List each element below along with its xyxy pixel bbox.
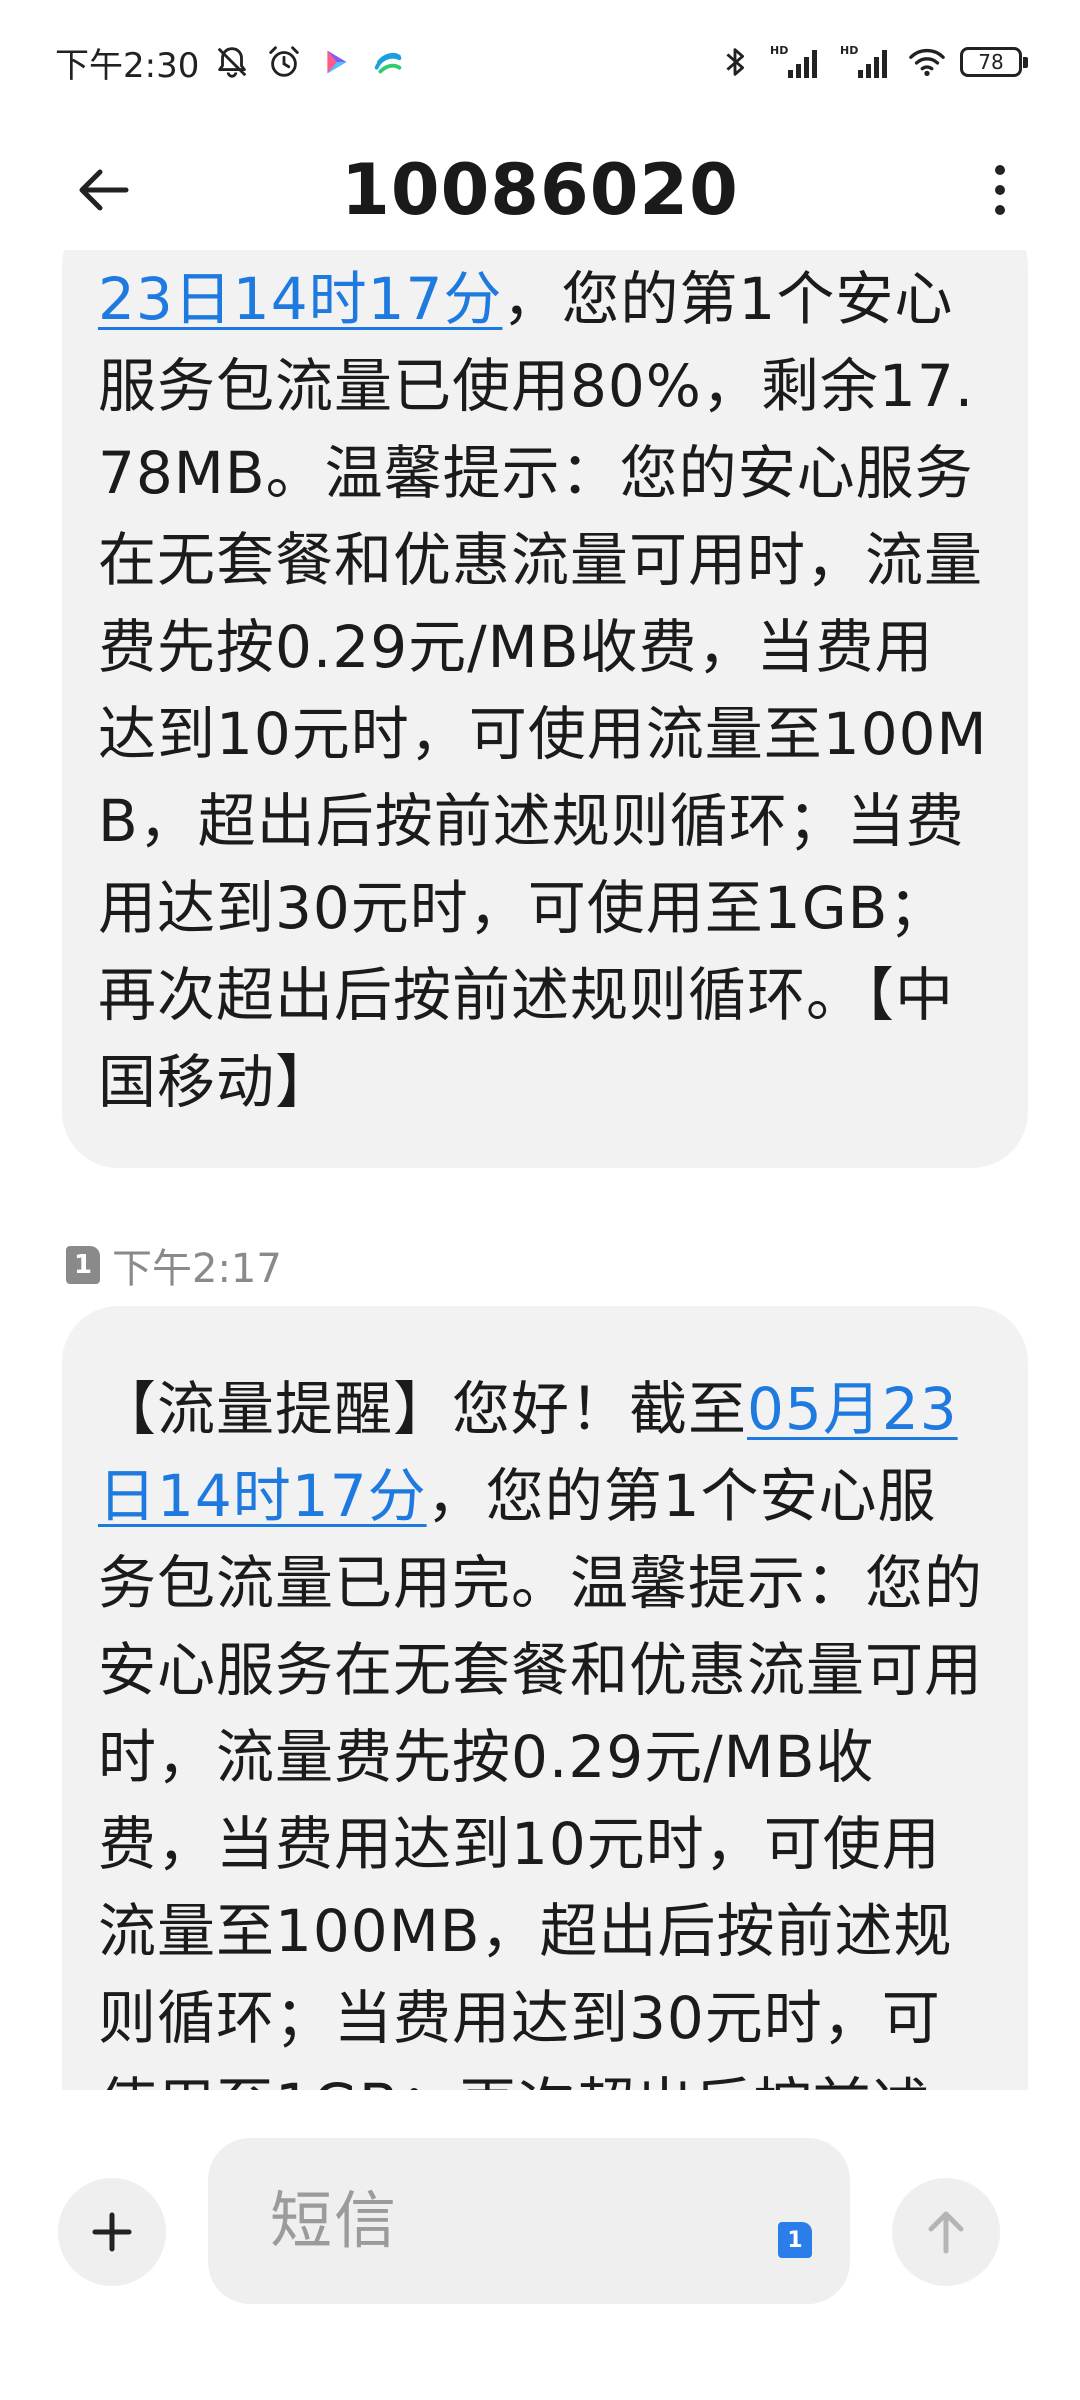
bluetooth-icon [726, 48, 745, 76]
message-text: 23日14时17分，您的第1个安心服务包流量已使用80%，剩余17.78MB。温… [98, 256, 988, 1126]
message-input-placeholder: 短信 [270, 2184, 399, 2257]
mute-bell-icon [218, 47, 247, 78]
status-bar: 下午2:30 HD HD 78 [0, 0, 1080, 120]
sim-selector-icon[interactable]: 1 [778, 2222, 812, 2258]
hd-signal-icon: HD [770, 44, 817, 78]
china-mobile-app-icon [375, 53, 402, 74]
message-bubble[interactable]: 23日14时17分，您的第1个安心服务包流量已使用80%，剩余17.78MB。温… [62, 250, 1028, 1168]
contact-title: 10086020 [341, 149, 739, 231]
status-bar-left: 下午2:30 [55, 38, 407, 86]
sim-card-icon: 1 [66, 1246, 100, 1284]
more-vertical-icon [995, 165, 1005, 215]
status-bar-right: HD HD 78 [716, 38, 1028, 86]
plus-icon [92, 2212, 132, 2252]
battery-icon: 78 [960, 47, 1028, 77]
conversation-header: 10086020 [0, 120, 1080, 260]
message-text: 【流量提醒】您好！截至05月23日14时17分，您的第1个安心服务包流量已用完。… [98, 1366, 988, 2090]
message-meta: 1 下午2:17 [66, 1240, 282, 1292]
composer-bar: 短信 1 [0, 2090, 1080, 2400]
message-time: 下午2:17 [112, 1246, 282, 1292]
wifi-icon [909, 48, 945, 77]
message-bubble[interactable]: 【流量提醒】您好！截至05月23日14时17分，您的第1个安心服务包流量已用完。… [62, 1306, 1028, 2090]
message-body: ，您的第1个安心服务包流量已使用80%，剩余17.78MB。温馨提示：您的安心服… [98, 265, 988, 1116]
battery-level: 78 [978, 50, 1004, 74]
message-input[interactable]: 短信 1 [208, 2138, 850, 2304]
message-list[interactable]: 23日14时17分，您的第1个安心服务包流量已使用80%，剩余17.78MB。温… [0, 250, 1080, 2090]
svg-text:HD: HD [770, 44, 788, 57]
message-body: ，您的第1个安心服务包流量已用完。温馨提示：您的安心服务在无套餐和优惠流量可用时… [98, 1462, 984, 2090]
add-attachment-button[interactable] [58, 2178, 166, 2286]
send-arrow-up-icon [928, 2211, 964, 2254]
hd-signal-icon: HD [840, 44, 887, 78]
send-button[interactable] [892, 2178, 1000, 2286]
alarm-icon [269, 46, 300, 77]
message-body: 【流量提醒】您好！截至 [98, 1375, 748, 1443]
svg-text:HD: HD [840, 44, 858, 57]
date-link[interactable]: 23日14时17分 [98, 265, 502, 333]
status-time: 下午2:30 [55, 45, 200, 86]
more-options-button[interactable] [958, 148, 1042, 232]
play-app-icon [327, 50, 347, 74]
